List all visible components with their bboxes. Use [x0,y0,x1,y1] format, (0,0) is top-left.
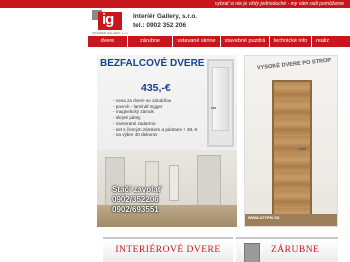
nav-item-realizacie[interactable]: realiz [312,36,350,47]
category-tile-interior-doors[interactable]: INTERIÉROVÉ DVERE [103,237,233,262]
nav-item-dvere[interactable]: dvere [88,36,128,47]
promo-feature-list: cena za dvere so zárubňou povrch - lamin… [113,98,198,138]
nav-item-technicke-info[interactable]: technické info [270,36,312,47]
promo-feature: na výber 40 dekorov [113,132,197,138]
company-phone: tel.: 0902 352 206 [133,22,187,29]
promo-banner[interactable]: BEZFALCOVÉ DVERE 435,-€ cena za dvere so… [97,55,237,227]
call-to-action: Stačí zavolať [112,185,162,194]
company-logo[interactable]: ig INTERIÉR GALLERY, s.r.o. [92,10,128,36]
tagline: vybrať si nie je vždy jednoduché - my vá… [214,1,344,7]
ad-url: WWW.ATYPIK.SK [248,216,280,220]
nav-item-stavebne-puzdra[interactable]: stavebné puzdrá [221,36,270,47]
door-panel [212,67,229,131]
call-phone-2: 0902/693551 [112,205,159,214]
tile-image [244,243,260,262]
tall-doors-ad[interactable]: VYSOKÉ DVERE PO STROP WWW.ATYPIK.SK [244,55,338,227]
tile-label: ZÁRUBNE [271,245,320,255]
room-door [197,155,221,209]
wood-door-image [272,80,312,222]
door-product-image [207,59,234,147]
door-handle [299,148,306,150]
logo-glyph: ig [102,11,114,28]
room-door [169,165,179,201]
promo-price: 435,-€ [141,82,171,94]
door-handle [211,107,216,109]
logo-subtext: INTERIÉR GALLERY, s.r.o. [92,31,129,35]
company-name: Interiér Gallery, s.r.o. [133,13,198,20]
tile-label: INTERIÉROVÉ DVERE [115,245,221,255]
main-nav: dvere zárubne vstavané skrine stavebné p… [88,36,350,47]
category-tile-frames[interactable]: ZÁRUBNE [236,237,338,262]
call-phone-1: 0902/352206 [112,195,159,204]
top-banner: vybrať si nie je vždy jednoduché - my vá… [0,0,350,8]
nav-item-vstavane-skrine[interactable]: vstavané skrine [173,36,221,47]
nav-item-zarubne[interactable]: zárubne [128,36,173,47]
promo-title: BEZFALCOVÉ DVERE [100,58,205,69]
